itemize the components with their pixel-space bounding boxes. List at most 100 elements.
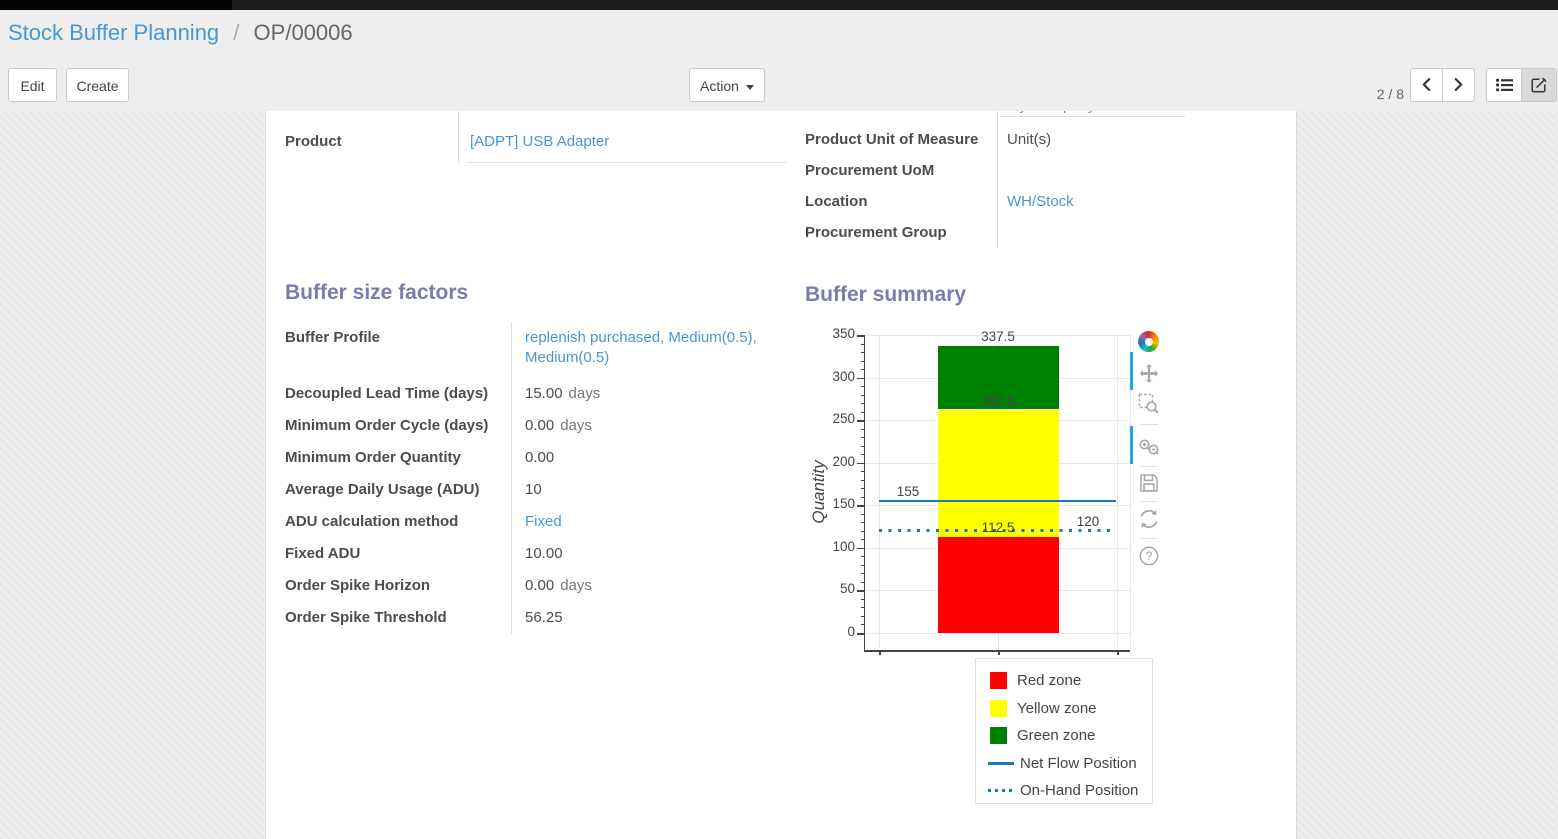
product-field-label: Product <box>285 120 455 163</box>
legend-item-yellow-zone[interactable]: Yellow zone <box>990 695 1152 723</box>
buffer-factors-table: Buffer Profile replenish purchased, Medi… <box>285 322 790 634</box>
y-axis-tick-label: 0 <box>817 624 855 639</box>
legend-item-red-zone[interactable]: Red zone <box>990 667 1152 695</box>
form-view-switch-button[interactable] <box>1521 68 1557 102</box>
uom-field-label: Product Unit of Measure <box>805 124 993 155</box>
legend-label: Yellow zone <box>1017 700 1097 717</box>
table-row: Order Spike Horizon 0.00days <box>285 570 790 602</box>
dlt-suffix: days <box>569 385 601 402</box>
moq-value: 0.00 <box>525 449 554 466</box>
plotly-logo-icon[interactable] <box>1138 331 1159 352</box>
moc-suffix: days <box>560 417 592 434</box>
location-field-label: Location <box>805 186 993 217</box>
y-axis-tick-label: 50 <box>817 581 855 596</box>
column-separator <box>458 111 459 163</box>
zoom-in-out-icon[interactable] <box>1138 437 1160 459</box>
chart-value-label: 120 <box>1056 514 1120 529</box>
net-flow-line-swatch <box>988 762 1014 765</box>
form-edit-icon <box>1531 77 1547 93</box>
dlt-label: Decoupled Lead Time (days) <box>285 378 512 410</box>
chart-value-label: 337.5 <box>966 329 1030 344</box>
section-title-buffer-size-factors: Buffer size factors <box>285 281 468 305</box>
legend-label: On-Hand Position <box>1020 782 1138 799</box>
action-dropdown-button[interactable]: Action <box>689 68 765 102</box>
table-row: ADU calculation method Fixed <box>285 506 790 538</box>
moq-label: Minimum Order Quantity <box>285 442 512 474</box>
breadcrumb: Stock Buffer Planning / OP/00006 <box>8 20 353 46</box>
table-row: Order Spike Threshold 56.25 <box>285 602 790 634</box>
spike-threshold-value: 56.25 <box>525 609 563 626</box>
box-zoom-icon[interactable] <box>1138 393 1160 415</box>
reset-axes-icon[interactable] <box>1138 508 1160 530</box>
adu-value: 10 <box>525 481 542 498</box>
adu-method-label: ADU calculation method <box>285 506 512 538</box>
adu-method-value-link[interactable]: Fixed <box>525 513 562 530</box>
breadcrumb-parent-link[interactable]: Stock Buffer Planning <box>8 20 219 45</box>
buffer-profile-value-link[interactable]: replenish purchased, Medium(0.5), Medium… <box>525 329 757 366</box>
modebar-active-indicator <box>1130 352 1133 390</box>
chart-value-label: 112.5 <box>966 520 1030 535</box>
table-row: Minimum Order Cycle (days) 0.00 days <box>285 410 790 442</box>
net-flow-position-line[interactable] <box>879 500 1116 503</box>
svg-text:?: ? <box>1146 549 1153 563</box>
moc-value: 0.00 <box>525 417 554 434</box>
uom-field-value: Unit(s) <box>1007 124 1051 155</box>
y-axis-tick-label: 300 <box>817 369 855 384</box>
dlt-value: 15.00 <box>525 385 563 402</box>
product-field-value-link[interactable]: [ADPT] USB Adapter <box>470 120 609 163</box>
top-navbar <box>0 0 1558 10</box>
modebar-separator <box>1140 466 1158 467</box>
chart-value-label: 262.5 <box>966 393 1030 408</box>
edit-button[interactable]: Edit <box>8 68 57 102</box>
action-label: Action <box>700 78 739 94</box>
location-field-value-link[interactable]: WH/Stock <box>1007 186 1074 217</box>
y-axis-tick-label: 250 <box>817 411 855 426</box>
breadcrumb-separator: / <box>233 20 239 45</box>
red-zone-swatch <box>990 672 1007 689</box>
list-view-icon <box>1496 78 1513 92</box>
help-icon[interactable]: ? <box>1138 545 1160 567</box>
y-axis-tick-label: 350 <box>817 326 855 341</box>
buffer-profile-label: Buffer Profile <box>285 322 512 378</box>
pager-previous-button[interactable] <box>1410 68 1443 102</box>
y-axis-line <box>864 335 866 651</box>
chevron-down-icon <box>746 85 754 90</box>
procurement-uom-field-label: Procurement UoM <box>805 155 993 186</box>
chart-legend: Red zone Yellow zone Green zone Net Flow… <box>975 658 1153 804</box>
legend-item-green-zone[interactable]: Green zone <box>990 722 1152 750</box>
modebar-separator <box>1140 424 1158 425</box>
chart-value-label: 155 <box>876 484 940 499</box>
column-separator <box>997 111 998 248</box>
y-axis-tick-label: 150 <box>817 496 855 511</box>
list-view-switch-button[interactable] <box>1486 68 1522 102</box>
y-axis-tick-label: 100 <box>817 539 855 554</box>
procurement-group-field-label: Procurement Group <box>805 217 993 248</box>
legend-label: Green zone <box>1017 727 1095 744</box>
table-row: Average Daily Usage (ADU) 10 <box>285 474 790 506</box>
legend-item-net-flow[interactable]: Net Flow Position <box>990 750 1152 778</box>
table-row: Fixed ADU 10.00 <box>285 538 790 570</box>
pager-counter: 2 / 8 <box>1360 77 1404 111</box>
gridline <box>1117 335 1118 650</box>
modebar-active-indicator <box>1130 426 1133 464</box>
legend-label: Red zone <box>1017 672 1081 689</box>
pan-icon[interactable] <box>1138 363 1160 385</box>
chevron-left-icon <box>1422 78 1431 91</box>
pager-next-button[interactable] <box>1442 68 1475 102</box>
breadcrumb-current: OP/00006 <box>254 20 353 45</box>
adu-label: Average Daily Usage (ADU) <box>285 474 512 506</box>
save-icon[interactable] <box>1138 472 1160 494</box>
create-button[interactable]: Create <box>66 68 129 102</box>
top-navbar-segment <box>0 0 232 10</box>
y-axis-tick-label: 200 <box>817 454 855 469</box>
red-zone-bar[interactable] <box>938 537 1059 633</box>
chevron-right-icon <box>1454 78 1463 91</box>
table-row: Decoupled Lead Time (days) 15.00 days <box>285 378 790 410</box>
modebar-separator <box>1140 501 1158 502</box>
field-underline <box>1000 116 1185 117</box>
yellow-zone-bar[interactable] <box>938 410 1059 538</box>
spike-horizon-value: 0.00 <box>525 577 554 594</box>
fixed-adu-label: Fixed ADU <box>285 538 512 570</box>
moc-label: Minimum Order Cycle (days) <box>285 410 512 442</box>
legend-item-on-hand[interactable]: On-Hand Position <box>990 777 1152 805</box>
